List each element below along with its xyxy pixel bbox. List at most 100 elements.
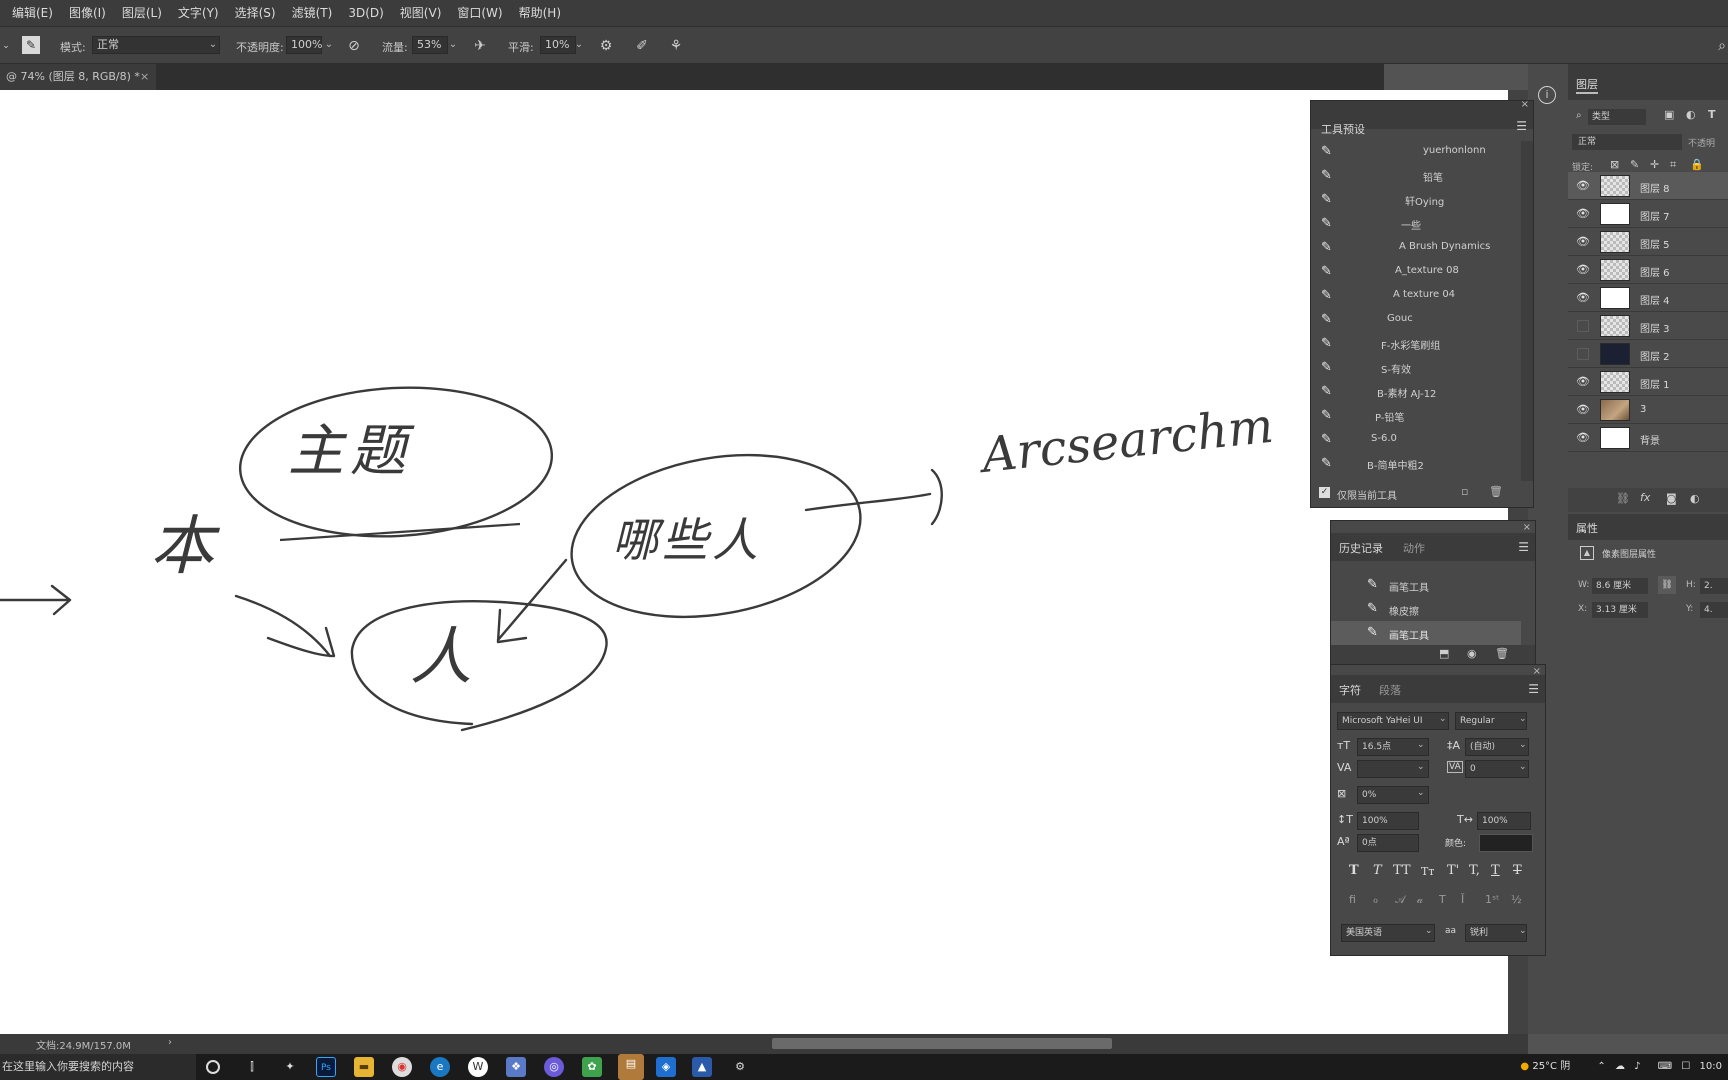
brush-item[interactable]: ✎ S-有效 [1319,357,1519,379]
brush-list-scrollbar[interactable] [1521,141,1533,481]
flow-field[interactable]: 53% [412,36,448,54]
x-field[interactable]: 3.13 厘米 [1592,602,1648,618]
current-tool-checkbox[interactable]: ✓ [1319,487,1330,498]
fractions-button[interactable]: ½ [1511,893,1522,906]
layer-row[interactable]: 👁 图层 8 [1568,172,1728,200]
lock-all-icon[interactable]: 🔒 [1690,158,1704,171]
app-icon[interactable]: ◎ [544,1057,564,1077]
layer-row[interactable]: 👁 图层 4 [1568,284,1728,312]
brush-item[interactable]: ✎ 轩Oying [1319,189,1519,211]
width-field[interactable]: 8.6 厘米 [1592,578,1648,594]
clock[interactable]: 10:0 [1700,1061,1722,1072]
app-icon[interactable]: ▲ [692,1057,712,1077]
file-explorer-icon[interactable]: ▬ [354,1057,374,1077]
brush-item[interactable]: ✎ A texture 04 [1319,285,1519,307]
layer-row[interactable]: 👁 图层 7 [1568,200,1728,228]
app-icon[interactable]: ✿ [582,1057,602,1077]
flow-chevron-icon[interactable]: ⌄ [446,36,460,54]
superscript-button[interactable]: T' [1447,863,1459,878]
volume-icon[interactable]: ♪ [1634,1061,1640,1072]
brush-item[interactable]: ✎ Gouc [1319,309,1519,331]
mode-chevron-icon[interactable]: ⌄ [206,36,220,54]
old-style-button[interactable]: ℴ [1373,893,1378,906]
menu-image[interactable]: 图像(I) [61,0,114,26]
camera-icon[interactable]: ◉ [1467,647,1477,660]
canvas[interactable]: 主题 本 人 哪些人 Arcsearchm [0,90,1508,1034]
menu-edit[interactable]: 编辑(E) [4,0,61,26]
trash-icon[interactable]: 🗑 [1489,485,1503,498]
layer-row[interactable]: 👁 3 [1568,396,1728,424]
antialias-select[interactable]: 锐利 [1465,924,1527,942]
chevron-down-icon[interactable]: ⌄ [1519,740,1527,750]
subscript-button[interactable]: T, [1469,863,1480,878]
stylistic-alt-button[interactable]: 𝒶 [1417,893,1423,907]
chevron-down-icon[interactable]: ⌄ [1417,762,1425,772]
notification-icon[interactable]: ☐ [1681,1061,1690,1072]
brush-item[interactable]: ✎ P-铅笔 [1319,405,1519,427]
filter-pixel-icon[interactable]: ▣ [1664,108,1674,121]
fx-icon[interactable]: fx [1640,491,1650,504]
tab-properties[interactable]: 属性 [1576,520,1598,536]
opacity-chevron-icon[interactable]: ⌄ [322,36,336,54]
blend-mode-select[interactable]: 正常 [1572,134,1682,150]
lock-transparent-icon[interactable]: ⊠ [1610,158,1619,171]
vertical-scale-field[interactable]: 100% [1357,812,1419,830]
history-item-selected[interactable]: ✎ 画笔工具 [1331,621,1521,645]
airbrush-icon[interactable]: ✈ [470,36,490,56]
filter-adjust-icon[interactable]: ◐ [1686,108,1696,121]
ordinals-button[interactable]: Ī [1461,893,1464,906]
brush-tool-icon[interactable]: ✎ [22,36,40,54]
lock-position-icon[interactable]: ✛ [1650,158,1659,171]
menu-type[interactable]: 文字(Y) [170,0,227,26]
menu-3d[interactable]: 3D(D) [340,0,391,26]
status-chevron-icon[interactable]: › [168,1037,172,1048]
ordinal-st-button[interactable]: 1ˢᵗ [1485,893,1499,906]
chevron-down-icon[interactable]: ⌄ [1417,788,1425,798]
baseline-shift-field[interactable]: 0点 [1357,834,1419,852]
chevron-down-icon[interactable]: ⌄ [1519,926,1527,936]
close-icon[interactable]: × [1523,522,1531,533]
eye-icon[interactable]: 👁 [1576,263,1590,277]
eye-icon[interactable]: 👁 [1576,235,1590,249]
panel-menu-icon[interactable]: ☰ [1528,682,1539,696]
visibility-toggle[interactable] [1577,348,1589,360]
eye-icon[interactable]: 👁 [1576,207,1590,221]
chevron-down-icon[interactable]: ⌄ [1519,762,1527,772]
faux-italic-button[interactable]: T [1373,863,1382,878]
lock-artboard-icon[interactable]: ⌗ [1670,158,1676,172]
trash-icon[interactable]: 🗑 [1495,647,1509,660]
mask-icon[interactable]: ◙ [1666,492,1677,505]
smoothing-field[interactable]: 10% [540,36,576,54]
brush-item[interactable]: ✎ 一些 [1319,213,1519,235]
browser-icon[interactable]: e [430,1057,450,1077]
panel-menu-icon[interactable]: ☰ [1518,540,1529,554]
canvas-horizontal-scrollbar[interactable] [772,1038,1112,1049]
gear-icon[interactable]: ⚙ [596,36,616,56]
tool-preset-chevron-icon[interactable]: ⌄ [0,36,12,56]
taskbar-search-input[interactable]: 在这里输入你要搜索的内容 [0,1054,196,1080]
titling-button[interactable]: T [1439,893,1446,906]
history-item[interactable]: ✎ 画笔工具 [1331,573,1521,597]
pressure-opacity-icon[interactable]: ⊘ [344,36,364,56]
tab-history[interactable]: 历史记录 [1339,540,1383,556]
layer-row[interactable]: 图层 3 [1568,312,1728,340]
close-icon[interactable]: × [1521,99,1529,110]
network-icon[interactable]: ☁ [1615,1061,1625,1072]
font-family-select[interactable]: Microsoft YaHei UI [1337,712,1449,730]
eye-icon[interactable]: 👁 [1576,291,1590,305]
app-icon[interactable]: ✦ [280,1057,300,1077]
tray-chevron-icon[interactable]: ⌃ [1597,1061,1605,1072]
eye-icon[interactable]: 👁 [1576,431,1590,445]
close-icon[interactable]: × [140,64,149,90]
text-color-swatch[interactable] [1479,834,1533,852]
layer-row[interactable]: 图层 2 [1568,340,1728,368]
eye-icon[interactable]: 👁 [1576,403,1590,417]
chevron-down-icon[interactable]: ⌄ [1519,714,1527,724]
layer-filter-icon[interactable]: ⌕ [1576,110,1582,121]
y-field[interactable]: 4. [1700,602,1728,618]
new-preset-icon[interactable]: ▫ [1461,485,1468,498]
layer-row[interactable]: 👁 图层 1 [1568,368,1728,396]
ligature-button[interactable]: fi [1349,893,1356,906]
menu-filter[interactable]: 滤镜(T) [284,0,341,26]
adjustment-icon[interactable]: ◐ [1690,492,1700,505]
